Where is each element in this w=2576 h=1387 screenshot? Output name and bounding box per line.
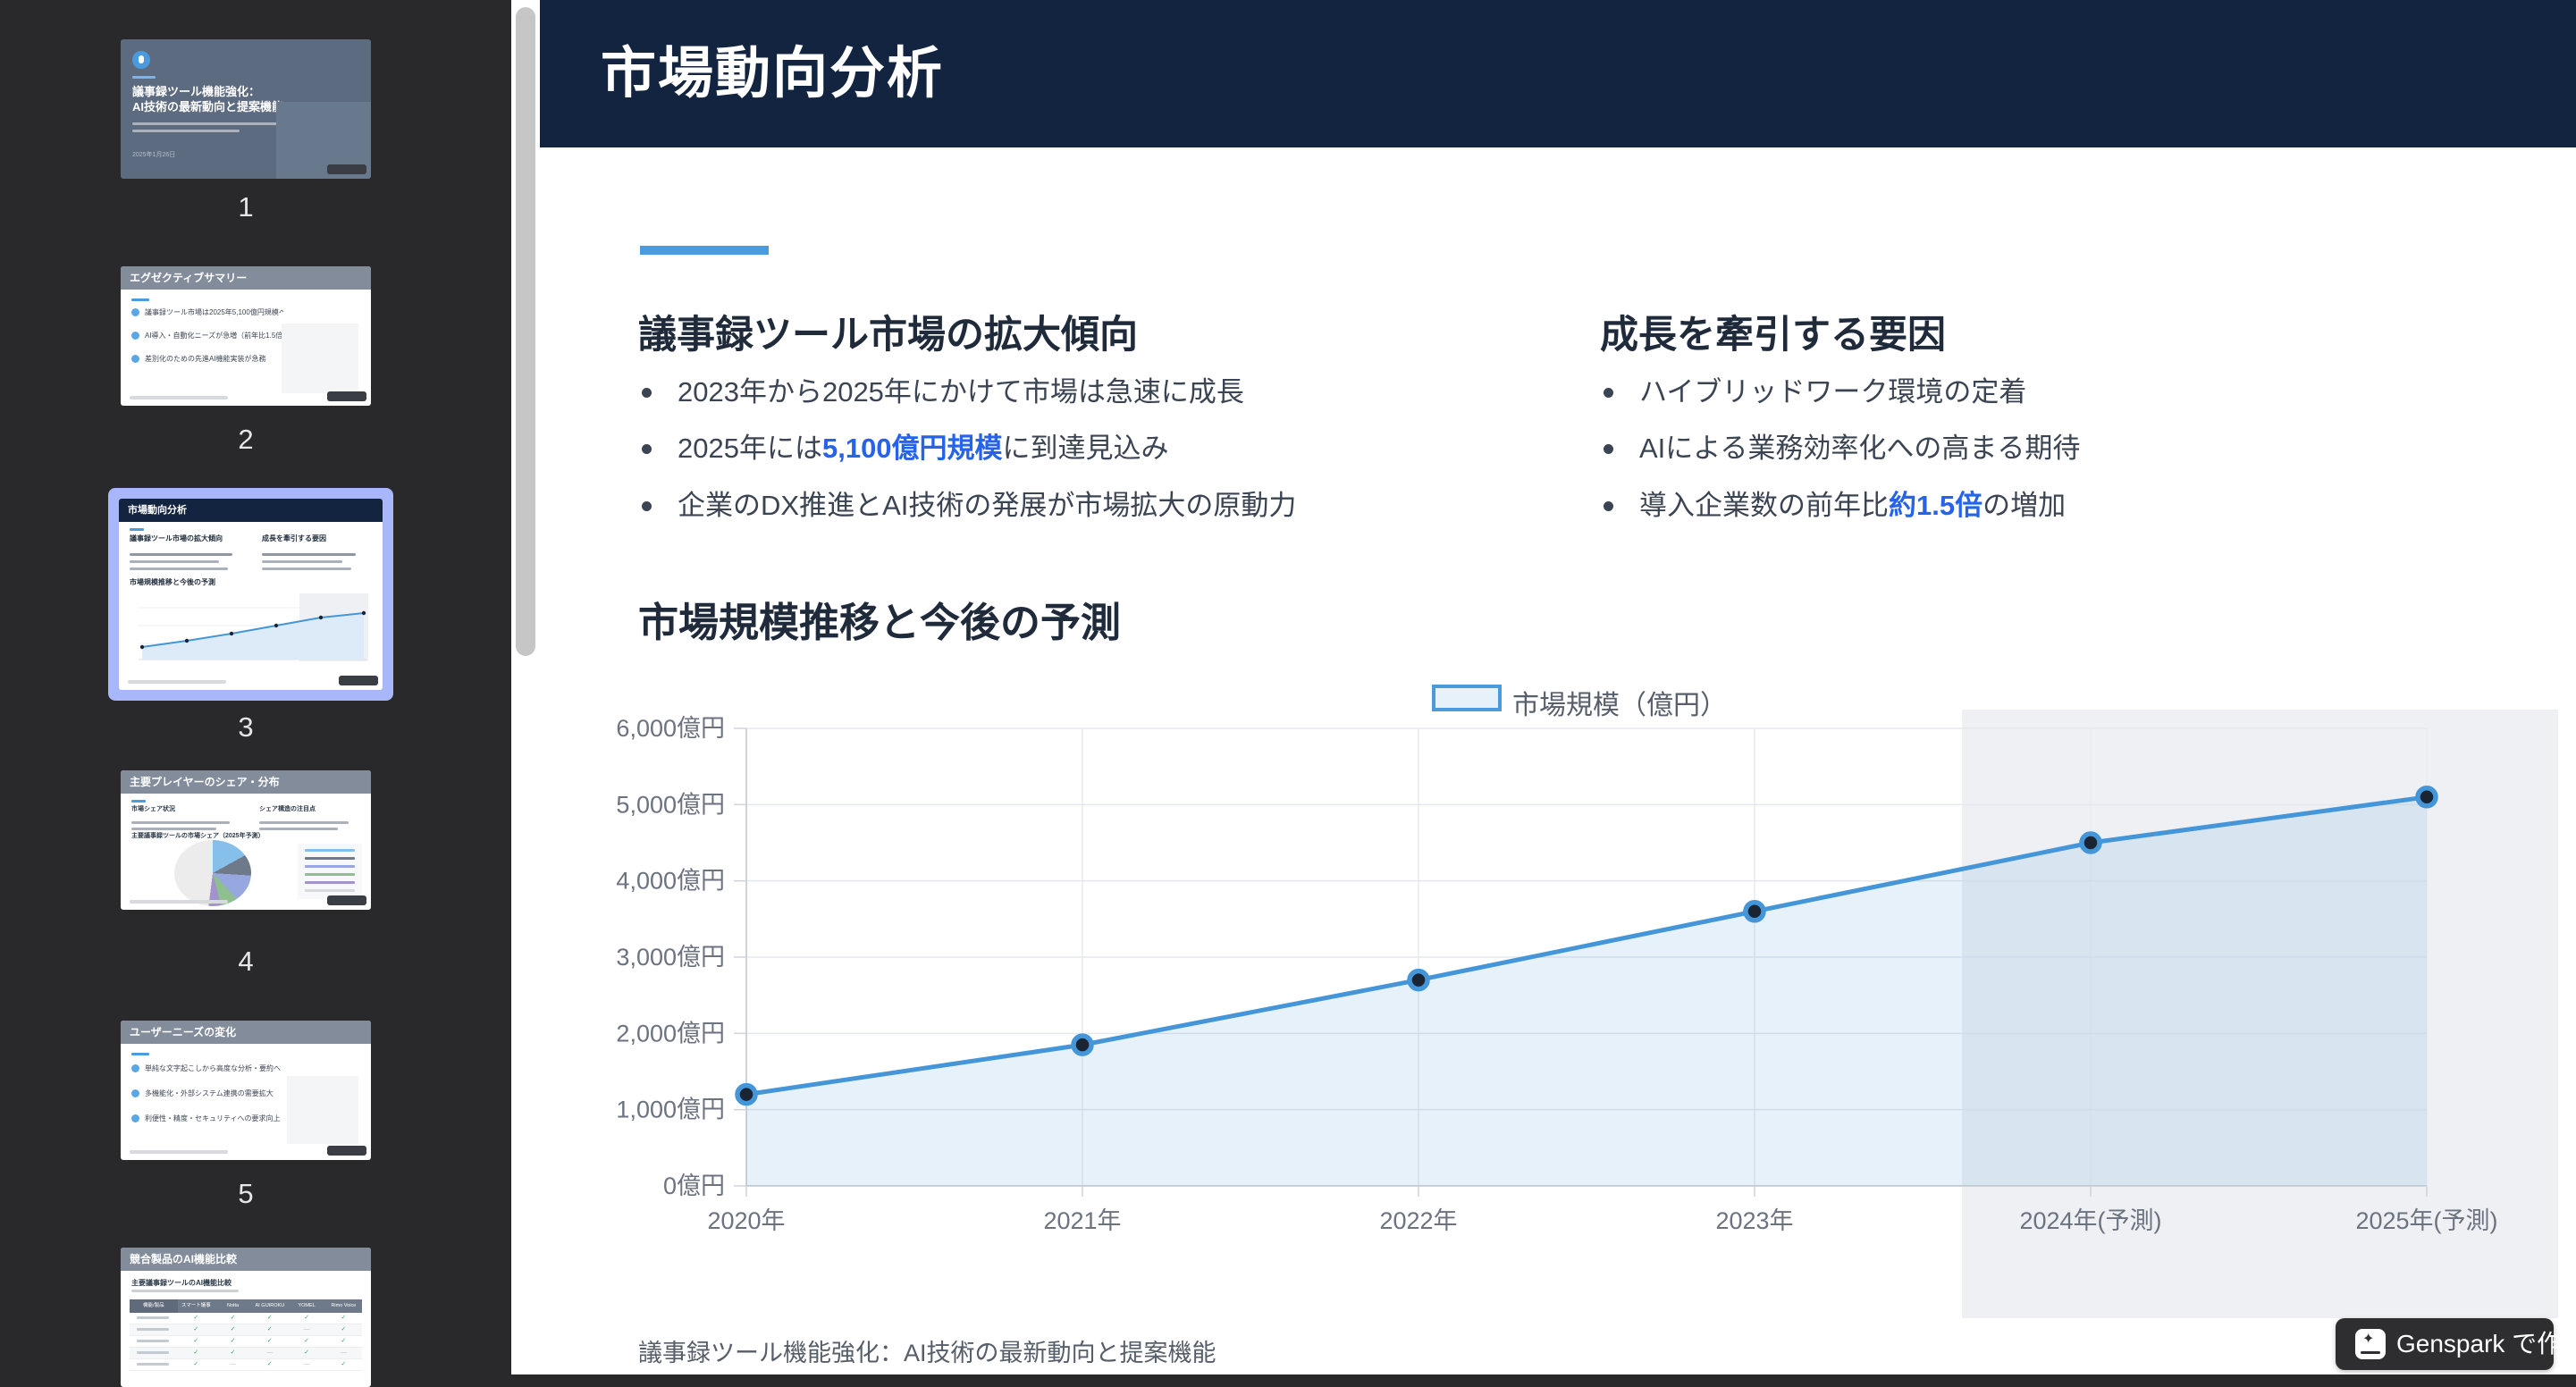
bullet-icon: [131, 1114, 139, 1122]
bullet-icon: [131, 1089, 139, 1097]
thumb5-header: ユーザーニーズの変化: [121, 1021, 371, 1044]
bullet-icon: [131, 308, 139, 316]
thumb2-header: エグゼクティブサマリー: [121, 266, 371, 290]
market-size-line-chart: 0億円 1,000億円 2,000億円 3,000億円 4,000億円 5,000億円 6,…: [540, 0, 2576, 1374]
genspark-mini-badge: [327, 391, 366, 401]
thumbnail-5-number: 5: [121, 1178, 371, 1210]
svg-text:2025年(予測): 2025年(予測): [2355, 1207, 2497, 1234]
slide-thumbnail-3-selected[interactable]: 市場動向分析 議事録ツール市場の拡大傾向 成長を牽引する要因 市場規模推移と今後…: [108, 488, 393, 701]
genspark-badge[interactable]: Genspark で作成: [2336, 1318, 2554, 1370]
mini-pie-legend: [298, 844, 362, 899]
svg-text:2023年: 2023年: [1715, 1207, 1793, 1234]
genspark-mini-badge: [327, 895, 366, 905]
thumb1-title-line2: AI技術の最新動向と提案機能: [132, 99, 283, 114]
thumbnail-2-number: 2: [121, 424, 371, 456]
svg-text:1,000億円: 1,000億円: [616, 1097, 725, 1123]
svg-text:5,000億円: 5,000億円: [616, 791, 725, 818]
svg-text:2020年: 2020年: [707, 1207, 785, 1234]
thumbnail-4-number: 4: [121, 946, 371, 978]
svg-text:2,000億円: 2,000億円: [616, 1020, 725, 1047]
svg-text:2024年(予測): 2024年(予測): [2019, 1207, 2161, 1234]
svg-text:2022年: 2022年: [1379, 1207, 1457, 1234]
svg-text:3,000億円: 3,000億円: [616, 944, 725, 971]
svg-text:2021年: 2021年: [1043, 1207, 1121, 1234]
sidebar-scrollbar-track[interactable]: [511, 0, 540, 1374]
mini-line-chart: [130, 592, 372, 667]
thumb6-header: 競合製品のAI機能比較: [121, 1248, 371, 1271]
thumbnail-1-number: 1: [121, 191, 371, 223]
svg-text:0億円: 0億円: [663, 1173, 725, 1199]
slide-canvas: 市場動向分析 議事録ツール市場の拡大傾向 2023年から2025年にかけて市場は…: [540, 0, 2576, 1374]
thumb4-header: 主要プレイヤーのシェア・分布: [121, 770, 371, 794]
svg-text:4,000億円: 4,000億円: [616, 868, 725, 895]
slide-thumbnail-2[interactable]: エグゼクティブサマリー 議事録ツール市場は2025年5,100億円規模へ成長 A…: [121, 266, 371, 406]
genspark-mini-badge: [327, 164, 366, 174]
genspark-sparkle-icon: [2355, 1329, 2386, 1359]
thumb1-date: 2025年1月26日: [132, 150, 175, 159]
mini-pie-chart: [174, 840, 251, 906]
slide-footer-text: 議事録ツール機能強化：AI技術の最新動向と提案機能: [638, 1333, 1216, 1368]
slide-thumbnail-panel: 議事録ツール機能強化： AI技術の最新動向と提案機能 2025年1月26日 1 …: [0, 0, 511, 1374]
thumb1-title-line1: 議事録ツール機能強化：: [132, 84, 283, 99]
mic-icon: [132, 51, 150, 69]
mini-comparison-table: 機能/製品スマート議事NottaAI GIJIROKUYOMELRimo Voi…: [130, 1299, 362, 1371]
bullet-icon: [131, 1064, 139, 1072]
genspark-badge-label: Genspark で作成: [2396, 1318, 2576, 1370]
svg-text:6,000億円: 6,000億円: [616, 715, 725, 742]
bullet-icon: [131, 355, 139, 363]
slide-thumbnail-4[interactable]: 主要プレイヤーのシェア・分布 市場シェア状況 シェア構造の注目点 主要議事録ツー…: [121, 770, 371, 910]
slide-thumbnail-1[interactable]: 議事録ツール機能強化： AI技術の最新動向と提案機能 2025年1月26日: [121, 39, 371, 179]
thumbnail-3-number: 3: [121, 711, 371, 744]
sidebar-scrollbar-thumb[interactable]: [516, 7, 535, 656]
genspark-mini-badge: [327, 1146, 366, 1156]
slide-thumbnail-5[interactable]: ユーザーニーズの変化 単純な文字起こしから高度な分析・要約へ 多機能化・外部シス…: [121, 1021, 371, 1160]
bullet-icon: [131, 332, 139, 340]
slide-thumbnail-6[interactable]: 競合製品のAI機能比較 主要議事録ツールのAI機能比較 機能/製品スマート議事N…: [121, 1248, 371, 1387]
thumb3-header: 市場動向分析: [119, 499, 383, 522]
genspark-mini-badge: [339, 676, 378, 685]
